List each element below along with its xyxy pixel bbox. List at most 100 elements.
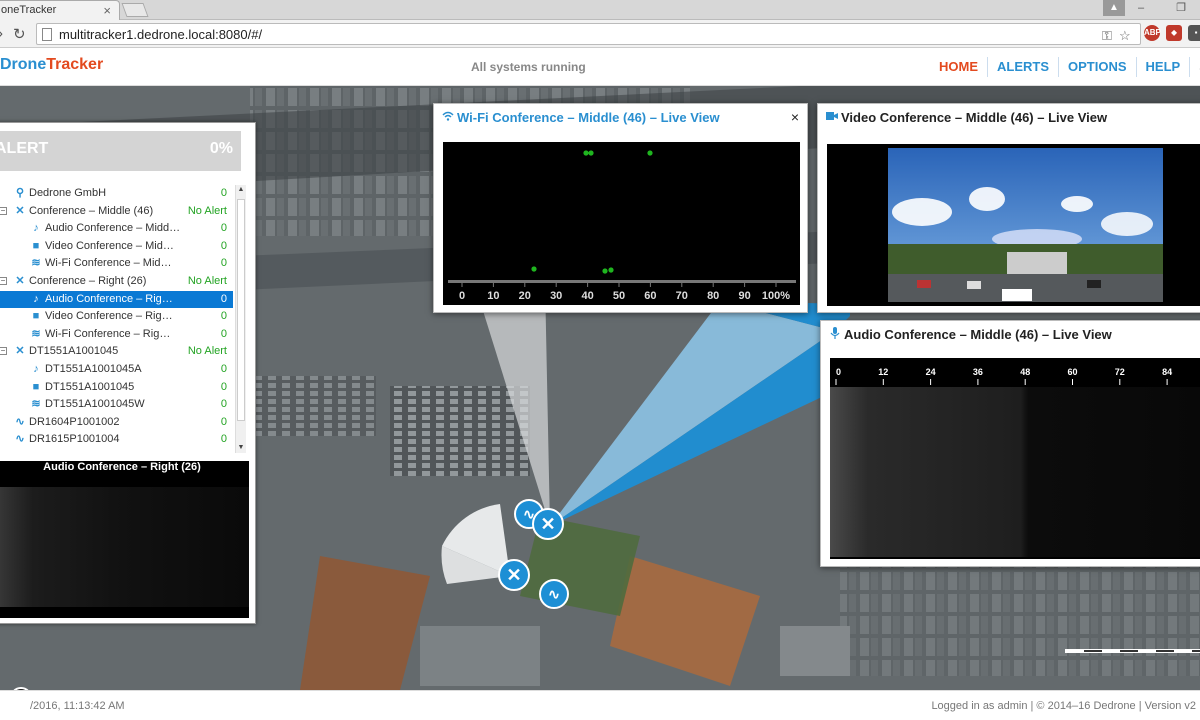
tree-row-label: Wi-Fi Conference – Rig… [45, 327, 171, 340]
tree-row[interactable]: − ✕ Conference – Right (26) No Alert [0, 273, 233, 290]
audio-panel-title: Audio Conference – Middle (46) – Live Vi… [844, 327, 1112, 342]
tree-row-label: Audio Conference – Midd… [45, 222, 181, 235]
restore-icon[interactable]: ❐ [1170, 0, 1192, 18]
audio-axis-label: 24 [926, 367, 936, 377]
wifi-device-dot [583, 150, 589, 156]
wifi-axis-tick [461, 283, 463, 287]
sensor-sidebar: ALERT 0% ⚲ Dedrone GmbH 0− ✕ Conference – Mi… [0, 122, 256, 624]
audio-axis-label: 84 [1162, 367, 1172, 377]
extension-icon[interactable]: ▪ [1188, 25, 1200, 41]
tree-row[interactable]: ≋ Wi-Fi Conference – Mid… 0 [0, 255, 233, 272]
tree-row-label: Conference – Right (26) [29, 275, 147, 287]
tab-close-icon[interactable]: × [103, 1, 111, 20]
tree-row-label: DR1604P1001002 [29, 415, 120, 428]
tree-row-value: 0 [220, 433, 227, 446]
scroll-down-icon[interactable]: ▼ [236, 443, 246, 453]
tree-row[interactable]: − ✕ Conference – Middle (46) No Alert [0, 203, 233, 220]
reload-icon[interactable]: ↻ [13, 25, 26, 43]
tree-row[interactable]: ∿ DR1615P1001004 0 [0, 431, 233, 448]
browser-toolbar: › ↻ multitracker1.dedrone.local:8080/#/ … [0, 20, 1200, 48]
wifi-axis-tick [744, 283, 746, 287]
url-text: multitracker1.dedrone.local:8080/#/ [59, 27, 263, 42]
microphone-icon: ♪ [33, 222, 39, 235]
waveform-sensor-marker[interactable]: ∿ [539, 579, 569, 609]
tree-row[interactable]: ■ DT1551A1001045 0 [0, 379, 233, 396]
wifi-axis-label: 50 [613, 290, 625, 302]
tree-scrollbar[interactable]: ▲ ▼ [235, 185, 246, 453]
tree-row-value: 0 [220, 187, 227, 199]
tree-row[interactable]: ⚲ Dedrone GmbH 0 [0, 185, 233, 202]
video-camera-icon: ■ [32, 239, 40, 252]
wifi-device-dot [602, 268, 608, 274]
tree-row-value: 0 [220, 292, 227, 305]
minimize-icon[interactable]: – [1130, 0, 1152, 18]
video-feed [827, 144, 1200, 306]
wifi-axis-label: 0 [459, 290, 465, 302]
wifi-axis-tick [712, 283, 714, 287]
alert-label: ALERT [0, 140, 49, 157]
tree-row[interactable]: ♪ Audio Conference – Rig… 0 [0, 290, 233, 308]
tree-row[interactable]: ■ Video Conference – Mid… 0 [0, 238, 233, 255]
drone-sensor-marker[interactable]: ✕ [498, 559, 530, 591]
audio-axis-tick [1119, 379, 1121, 385]
adblock-icon[interactable]: ABP [1144, 25, 1161, 41]
nav-help[interactable]: HELP [1137, 57, 1191, 77]
wifi-icon: ≋ [31, 327, 41, 340]
collapse-icon[interactable]: − [0, 277, 7, 285]
browser-tab[interactable]: oneTracker × [0, 0, 120, 20]
wifi-device-dot [647, 150, 653, 156]
waveform-icon: ∿ [15, 433, 25, 446]
nav-options[interactable]: OPTIONS [1059, 57, 1137, 77]
nav-alerts[interactable]: ALERTS [988, 57, 1059, 77]
audio-axis-label: 60 [1067, 367, 1077, 377]
wifi-icon: ≋ [31, 257, 41, 270]
tree-row-label: DT1551A1001045 [45, 380, 135, 393]
scroll-up-icon[interactable]: ▲ [236, 185, 246, 195]
audio-spectrogram-svg: 0 12 24 36 48 60 72 84 [830, 367, 1200, 557]
drone-sensor-icon: ✕ [15, 345, 25, 358]
camera-image [888, 148, 1163, 302]
audio-axis-tick [882, 379, 884, 385]
pdf-icon[interactable]: ⬥ [1166, 25, 1182, 41]
tree-row[interactable]: ♪ Audio Conference – Midd… 0 [0, 220, 233, 237]
audio-axis-tick [1072, 379, 1073, 385]
nav-user[interactable]: admi [1190, 57, 1200, 77]
alert-percent: 0% [209, 140, 233, 157]
tree-row-value: No Alert [187, 275, 227, 287]
back-icon[interactable]: › [0, 25, 3, 42]
dronetracker-logo[interactable]: DroneTracker [0, 56, 103, 74]
tree-row-value: 0 [220, 327, 227, 340]
wifi-axis-label: 40 [581, 290, 593, 302]
scroll-thumb[interactable] [237, 199, 245, 421]
collapse-icon[interactable]: − [0, 347, 7, 356]
tree-row-value: 0 [220, 222, 227, 235]
logo-drone: Drone [0, 56, 47, 73]
video-camera-icon: ■ [32, 380, 40, 393]
drone-sensor-marker[interactable]: ✕ [532, 508, 564, 540]
audio-axis-tick [1166, 379, 1168, 385]
address-bar[interactable]: multitracker1.dedrone.local:8080/#/ ⚿ ☆ [36, 23, 1141, 45]
sensor-tree: ⚲ Dedrone GmbH 0− ✕ Conference – Middle (46)… [0, 185, 233, 453]
tree-row[interactable]: ∿ DR1604P1001002 0 [0, 414, 233, 431]
tree-row[interactable]: ■ Video Conference – Rig… 0 [0, 308, 233, 325]
audio-axis-label: 12 [878, 367, 888, 377]
tree-row[interactable]: ♪ DT1551A1001045A 0 [0, 361, 233, 378]
tree-row[interactable]: ≋ Wi-Fi Conference – Rig… 0 [0, 326, 233, 343]
page-icon [42, 28, 52, 41]
tree-row-value: 0 [220, 398, 227, 411]
nav-home[interactable]: HOME [930, 57, 988, 77]
collapse-icon[interactable]: − [0, 206, 7, 215]
close-icon[interactable]: × [791, 109, 799, 125]
tree-row[interactable]: ≋ DT1551A1001045W 0 [0, 396, 233, 413]
user-profile-icon[interactable]: ▲ [1103, 0, 1125, 16]
audio-axis-tick [1024, 379, 1026, 385]
tree-row[interactable]: − ✕ DT1551A1001045 No Alert [0, 343, 233, 360]
audio-axis-tick [977, 379, 979, 385]
microphone-icon: ♪ [33, 363, 39, 375]
tree-row-label: Audio Conference – Rig… [45, 292, 173, 305]
tree-row-value: 0 [220, 257, 227, 270]
key-icon[interactable]: ⚿ [1102, 28, 1112, 44]
new-tab-button[interactable] [121, 3, 149, 17]
tree-row-value: 0 [220, 310, 227, 323]
bookmark-star-icon[interactable]: ☆ [1119, 28, 1131, 44]
